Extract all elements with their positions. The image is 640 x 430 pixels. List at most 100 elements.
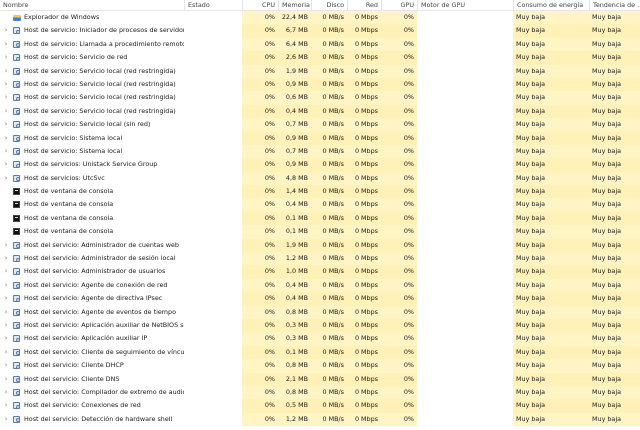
table-row[interactable]: › Host de servicio: Servicio local (red r… xyxy=(0,64,640,78)
chevron-right-icon[interactable]: › xyxy=(3,118,9,131)
table-row[interactable]: › Host del servicio: Cliente DHCP 0% 0,8 MB… xyxy=(0,359,640,373)
column-header-power[interactable]: Consumo de energía xyxy=(513,0,589,10)
column-header-gpu[interactable]: GPU xyxy=(381,0,417,10)
chevron-right-icon[interactable]: › xyxy=(3,132,9,145)
table-row[interactable]: › Host de servicio: Llamada a procedimien… xyxy=(0,37,640,52)
memory-cell: 0,4 MB xyxy=(278,198,311,212)
chevron-right-icon[interactable]: › xyxy=(3,78,9,91)
power-cell: Muy baja xyxy=(513,385,589,400)
table-row[interactable]: › Host de servicio: Sistema local 0% 0,9 MB… xyxy=(0,131,640,145)
chevron-right-icon[interactable]: › xyxy=(3,145,9,158)
table-row[interactable]: › Host de servicio: Servicio de red 0% 2,6 … xyxy=(0,51,640,65)
gpu-cell: 0% xyxy=(381,412,417,427)
table-row[interactable]: › Host de servicio: Iniciador de procesos… xyxy=(0,24,640,38)
cpu-cell: 0% xyxy=(242,185,278,199)
table-row[interactable]: › Host del servicio: Aplicación auxiliar … xyxy=(0,332,640,346)
column-header-power-trend[interactable]: Tendencia de ... xyxy=(589,0,640,10)
chevron-right-icon[interactable]: › xyxy=(3,306,9,319)
table-row[interactable]: › Host del servicio: Cliente de seguimien… xyxy=(0,345,640,360)
chevron-right-icon[interactable]: › xyxy=(3,265,9,278)
chevron-right-icon[interactable]: › xyxy=(3,346,9,359)
chevron-right-icon[interactable]: › xyxy=(3,373,9,386)
chevron-right-icon[interactable]: › xyxy=(3,51,9,64)
chevron-right-icon[interactable]: › xyxy=(3,24,9,37)
cpu-cell: 0% xyxy=(242,211,278,226)
gear-icon xyxy=(13,40,20,48)
table-row[interactable]: Host de ventana de consola 0% 0,4 MB 0 MB/s… xyxy=(0,198,640,212)
chevron-right-icon[interactable]: › xyxy=(3,172,9,185)
column-header-name[interactable]: Nombre xyxy=(0,0,184,10)
power-trend-cell: Muy baja xyxy=(589,252,640,266)
power-trend-cell: Muy baja xyxy=(589,158,640,172)
table-row[interactable]: › Host de servicio: Servicio local (sin r… xyxy=(0,118,640,132)
power-cell: Muy baja xyxy=(513,64,589,78)
column-header-cpu[interactable]: CPU xyxy=(242,0,278,10)
disk-cell: 0 MB/s xyxy=(311,144,347,159)
table-row[interactable]: › Host del servicio: Administrador de ses… xyxy=(0,252,640,266)
table-row[interactable]: › Host de servicio: Servicio local (red r… xyxy=(0,91,640,105)
chevron-right-icon[interactable]: › xyxy=(3,386,9,399)
power-trend-cell: Muy baja xyxy=(589,359,640,373)
gpu-engine-cell xyxy=(417,212,513,225)
chevron-right-icon[interactable]: › xyxy=(3,292,9,305)
table-row[interactable]: › Host de servicio: Sistema local 0% 0,7 MB… xyxy=(0,144,640,159)
status-cell xyxy=(184,359,242,372)
chevron-right-icon[interactable]: › xyxy=(3,38,9,51)
power-trend-cell: Muy baja xyxy=(589,144,640,159)
column-header-disk[interactable]: Disco xyxy=(311,0,347,10)
gear-icon xyxy=(13,362,20,370)
chevron-right-icon[interactable]: › xyxy=(3,359,9,372)
table-row[interactable]: Host de ventana de consola 0% 0,1 MB 0 MB/s… xyxy=(0,225,640,239)
table-row[interactable]: › Host de servicios: Unistack Service Gro… xyxy=(0,158,640,172)
column-header-state[interactable]: Estado xyxy=(184,0,242,10)
table-row[interactable]: Host de ventana de consola 0% 0,1 MB 0 MB/s… xyxy=(0,211,640,226)
table-row[interactable]: › Host de servicio: Servicio local (red r… xyxy=(0,104,640,119)
chevron-right-icon[interactable]: › xyxy=(3,105,9,118)
column-header-network[interactable]: Red xyxy=(347,0,381,10)
chevron-right-icon[interactable]: › xyxy=(3,332,9,345)
chevron-right-icon[interactable]: › xyxy=(3,158,9,171)
chevron-right-icon[interactable]: › xyxy=(3,279,9,292)
chevron-right-icon[interactable]: › xyxy=(3,319,9,332)
process-name-cell: › Host de servicio: Servicio local (red r… xyxy=(0,65,184,78)
network-cell: 0 Mbps xyxy=(347,198,381,212)
chevron-right-icon[interactable]: › xyxy=(3,413,9,426)
power-trend-cell: Muy baja xyxy=(589,198,640,212)
gpu-cell: 0% xyxy=(381,292,417,306)
gear-icon xyxy=(13,54,20,62)
gpu-cell: 0% xyxy=(381,399,417,413)
chevron-right-icon[interactable]: › xyxy=(3,65,9,78)
process-name: Host de ventana de consola xyxy=(24,187,114,196)
column-header-gpu-engine[interactable]: Motor de GPU xyxy=(417,0,513,10)
network-cell: 0 Mbps xyxy=(347,385,381,400)
chevron-right-icon[interactable]: › xyxy=(3,252,9,265)
power-cell: Muy baja xyxy=(513,345,589,360)
table-row[interactable]: › Host del servicio: Compilador de extrem… xyxy=(0,385,640,400)
cpu-cell: 0% xyxy=(242,24,278,38)
table-row[interactable]: › Host del servicio: Cliente DNS 0% 2,1 MB 0… xyxy=(0,372,640,386)
table-row[interactable]: › Host del servicio: Agente de eventos de… xyxy=(0,305,640,319)
table-row[interactable]: › Host del servicio: Agente de conexión d… xyxy=(0,278,640,293)
table-row[interactable]: Host de ventana de consola 0% 1,4 MB 0 MB/s… xyxy=(0,185,640,199)
gear-icon xyxy=(13,241,20,249)
table-row[interactable]: › Host de servicios: UtcSvc 0% 4,8 MB 0 MB/s… xyxy=(0,171,640,186)
disk-cell: 0 MB/s xyxy=(311,131,347,145)
power-cell: Muy baja xyxy=(513,24,589,38)
table-row[interactable]: › Host del servicio: Agente de directiva … xyxy=(0,292,640,306)
table-row[interactable]: › Host del servicio: Administrador de usu… xyxy=(0,265,640,279)
memory-cell: 0,7 MB xyxy=(278,118,311,132)
chevron-right-icon[interactable]: › xyxy=(3,399,9,412)
process-name-cell: › Host del servicio: Agente de eventos de… xyxy=(0,306,184,319)
table-row[interactable]: › Host de servicio: Servicio local (red r… xyxy=(0,77,640,92)
chevron-right-icon[interactable]: › xyxy=(3,239,9,252)
table-row[interactable]: › Host del servicio: Conexiones de red 0% 0… xyxy=(0,399,640,413)
table-row[interactable]: › Host del servicio: Aplicación auxiliar … xyxy=(0,318,640,333)
gear-icon xyxy=(13,321,20,329)
network-cell: 0 Mbps xyxy=(347,305,381,319)
gear-icon xyxy=(13,308,20,316)
table-row[interactable]: Explorador de Windows 0% 22,4 MB 0 MB/s 0 Mb… xyxy=(0,11,640,25)
table-row[interactable]: › Host del servicio: Detección de hardwar… xyxy=(0,412,640,427)
chevron-right-icon[interactable]: › xyxy=(3,91,9,104)
column-header-memory[interactable]: Memoria xyxy=(278,0,311,10)
table-row[interactable]: › Host del servicio: Administrador de cue… xyxy=(0,238,640,253)
